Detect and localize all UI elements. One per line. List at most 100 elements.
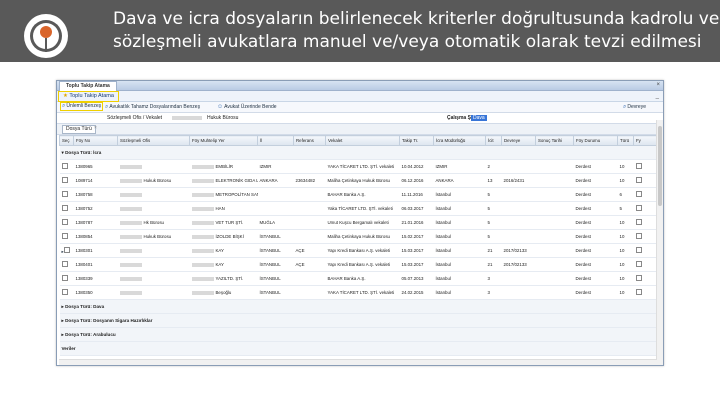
row-select-cell[interactable] — [59, 159, 74, 174]
cell-icit: 5 — [485, 229, 502, 244]
column-header[interactable]: Sözleşmeli Ofis — [117, 135, 190, 146]
row-select-cell[interactable] — [59, 271, 74, 286]
fy-checkbox[interactable] — [635, 275, 642, 281]
column-header[interactable]: İcra Müdürlüğü — [433, 135, 486, 146]
group-row-arabulucu[interactable]: ▸ Dosya Türü: Arabulucu — [59, 327, 658, 342]
cell-office — [117, 201, 190, 216]
row-select-cell[interactable] — [59, 173, 74, 188]
column-header[interactable]: Föy No — [73, 135, 118, 146]
cell-text: İstanbul — [435, 276, 451, 281]
table-row[interactable]: 1089714Hukuk BürosuELEKTRONİK GIDA LTD.A… — [59, 173, 658, 188]
table-row[interactable]: ▸ 1380301 KAY İSTANBUL AÇE Yapı Kredi Bankası… — [59, 243, 658, 258]
vertical-scrollbar[interactable] — [656, 120, 663, 365]
table-row[interactable]: 1380787 Hk Bürosu VET TUR ŞTİ. MUĞLA Umut Ku… — [59, 215, 658, 230]
cell-fy-checkbox[interactable] — [633, 257, 658, 272]
cell-place: METROPOLİTAN SANAYİ TİC. ŞTİ. İLAÇ — [189, 187, 258, 202]
cell-no: 1380301 — [73, 243, 118, 258]
row-checkbox[interactable] — [63, 246, 70, 253]
row-checkbox[interactable] — [61, 233, 68, 239]
row-checkbox[interactable] — [61, 191, 68, 197]
column-header[interactable]: İcit — [485, 135, 502, 146]
module-title-highlight[interactable]: ★ Toplu Takip Atama — [58, 91, 119, 102]
table-row[interactable]: 1380758 METROPOLİTAN SANAYİ TİC. ŞTİ. İLA… — [59, 187, 658, 202]
column-header[interactable]: Seç — [59, 135, 74, 146]
cell-durum: Derdest — [573, 271, 618, 286]
close-icon[interactable]: × — [656, 81, 660, 90]
work-type-select[interactable]: Dava — [471, 115, 487, 121]
table-row[interactable]: 1380401 KAY İSTANBUL AÇE Yapı Kredi Bankası … — [59, 257, 658, 272]
tahamz-benzes-button[interactable]: ⌕Avukatlık Tahamz Dosyalarından Benzeş — [105, 102, 200, 112]
column-header[interactable]: Takip Tr. — [399, 135, 434, 146]
row-select-cell[interactable] — [59, 215, 74, 230]
cell-fy-checkbox[interactable] — [633, 271, 658, 286]
row-checkbox[interactable] — [61, 261, 68, 267]
cell-fy-checkbox[interactable] — [633, 159, 658, 174]
cell-fy-checkbox[interactable] — [633, 187, 658, 202]
row-select-cell[interactable] — [59, 201, 74, 216]
group-row-icra[interactable]: ▾ Dosya Türü: İcra — [59, 145, 658, 160]
cell-sonuc — [535, 285, 574, 300]
row-checkbox[interactable] — [61, 205, 68, 211]
row-select-cell[interactable] — [59, 257, 74, 272]
cell-sonuc — [535, 257, 574, 272]
column-header[interactable]: İl — [257, 135, 294, 146]
table-row[interactable]: 1380965 EMBİLİR IZMIR YAKA TİCARET LTD. ŞTİ… — [59, 159, 658, 174]
group-label: Dosya Türü: Dava — [65, 303, 105, 309]
cell-fy-checkbox[interactable] — [633, 173, 658, 188]
group-row-hazirlik[interactable]: ▸ Dosya Türü: Dosyanın Sigara Hazırlıkla… — [59, 313, 658, 328]
fy-checkbox[interactable] — [635, 289, 642, 295]
table-row[interactable]: 1380339 YAZILTD. ŞTİ. İSTANBUL BAHAR Banka … — [59, 271, 658, 286]
fy-checkbox[interactable] — [635, 261, 642, 267]
fy-checkbox[interactable] — [635, 247, 642, 253]
cell-text: İSTANBUL — [259, 262, 281, 267]
cell-fy-checkbox[interactable] — [633, 243, 658, 258]
table-row[interactable]: 1380752 HAN Yaka TİCARET LTD. ŞTİ. vekalet… — [59, 201, 658, 216]
horizontal-scrollbar[interactable] — [59, 359, 657, 365]
fy-checkbox[interactable] — [635, 191, 642, 197]
cell-fy-checkbox[interactable] — [633, 215, 658, 230]
row-select-cell[interactable] — [59, 285, 74, 300]
group-row-dava[interactable]: ▸ Dosya Türü: Dava — [59, 299, 658, 314]
cell-fy-checkbox[interactable] — [633, 285, 658, 300]
window-tab[interactable]: Toplu Takip Atama — [59, 81, 117, 91]
column-header[interactable]: Sonuç Tarihi — [535, 135, 574, 146]
row-checkbox[interactable] — [61, 275, 68, 281]
column-header[interactable]: Türü — [617, 135, 634, 146]
fy-checkbox[interactable] — [635, 219, 642, 225]
table-row[interactable]: 1380854 Hukuk Bürosu İZOLDE BİŞKİ İSTANBUL M… — [59, 229, 658, 244]
column-header[interactable]: Referans — [293, 135, 326, 146]
cell-no: 1380339 — [73, 271, 118, 286]
row-select-cell[interactable] — [59, 187, 74, 202]
column-header[interactable]: Föy Muhtelip Yer — [189, 135, 258, 146]
cell-il: İSTANBUL — [257, 285, 294, 300]
row-checkbox[interactable] — [61, 289, 68, 295]
column-header[interactable]: Föy Durumu — [573, 135, 618, 146]
panel-close-icon[interactable]: × — [94, 125, 97, 131]
office-filter-input[interactable] — [172, 116, 202, 120]
row-checkbox[interactable] — [61, 163, 68, 169]
unlemli-benzes-button[interactable]: ⌕Ünlemli Benzeş — [60, 102, 104, 111]
column-header[interactable]: Devreye — [501, 135, 536, 146]
scrollbar-thumb[interactable] — [658, 126, 662, 206]
column-header[interactable]: Vekalet — [325, 135, 400, 146]
app-window: Toplu Takip Atama × ★ Toplu Takip Atama … — [56, 80, 664, 366]
avukat-bende-button[interactable]: ☺Avukat Üzerinde Bende — [217, 102, 277, 112]
fy-checkbox[interactable] — [635, 233, 642, 239]
row-select-cell[interactable] — [59, 229, 74, 244]
cell-text: İstanbul — [435, 248, 451, 253]
row-checkbox[interactable] — [61, 219, 68, 225]
dosya-turu-button[interactable]: Dosya Türü — [62, 125, 96, 134]
fy-checkbox[interactable] — [635, 163, 642, 169]
cell-fy-checkbox[interactable] — [633, 229, 658, 244]
cell-fy-checkbox[interactable] — [633, 201, 658, 216]
redacted-text — [191, 248, 214, 253]
devreye-button[interactable]: ⌕Devreye — [623, 102, 646, 112]
cell-durum: Derdest — [573, 159, 618, 174]
fy-checkbox[interactable] — [635, 205, 642, 211]
column-header[interactable]: Fy — [633, 135, 658, 146]
row-select-cell[interactable]: ▸ — [59, 243, 74, 258]
table-row[interactable]: 1380350 Beşoğlu İSTANBUL YAKA TİCARET LTD. … — [59, 285, 658, 300]
row-checkbox[interactable] — [61, 177, 68, 183]
minimize-icon[interactable]: _ — [656, 91, 659, 101]
fy-checkbox[interactable] — [635, 177, 642, 183]
